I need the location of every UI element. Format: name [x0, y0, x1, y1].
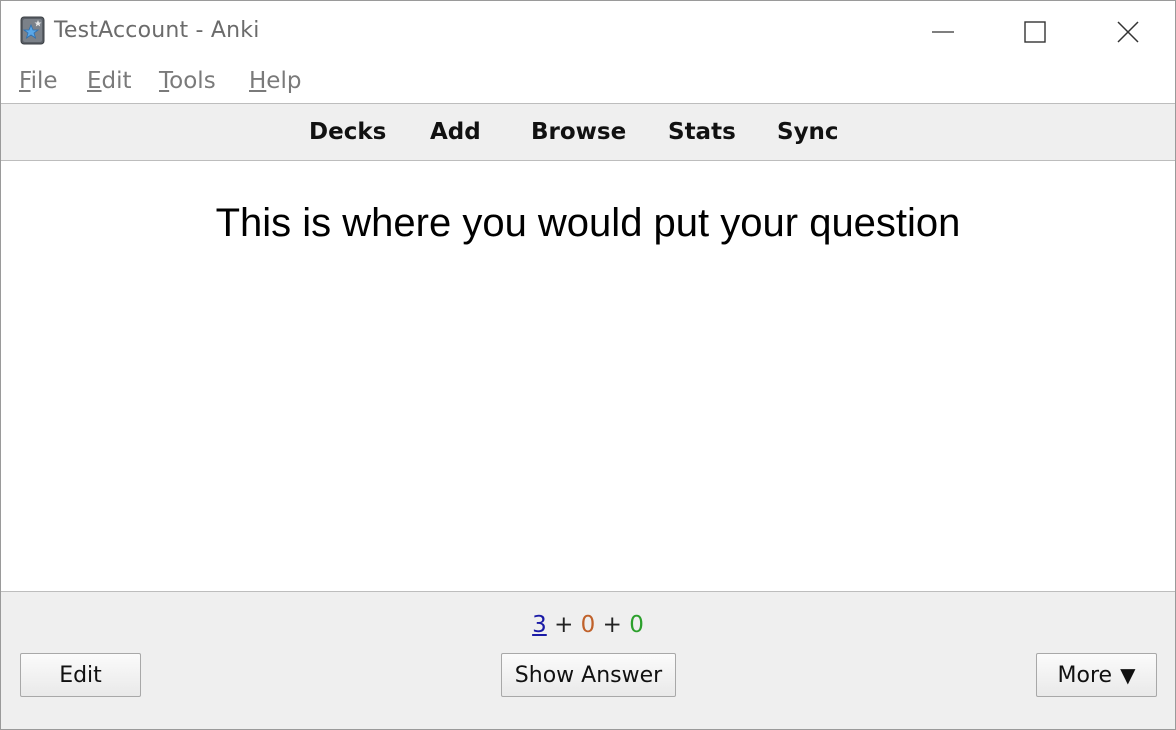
- review-bottom-bar: 3 + 0 + 0 Edit Show Answer More ▼: [1, 591, 1175, 729]
- window-title: TestAccount - Anki: [54, 18, 260, 43]
- toolbar-sync-link[interactable]: Sync: [777, 119, 839, 145]
- menu-tools[interactable]: Tools: [159, 68, 216, 94]
- show-answer-button[interactable]: Show Answer: [501, 653, 676, 697]
- menu-tools-label: ools: [169, 68, 216, 94]
- menu-file-label: ile: [30, 68, 58, 94]
- menu-help-label: elp: [266, 68, 302, 94]
- toolbar-browse-link[interactable]: Browse: [531, 119, 626, 145]
- more-button-label: More: [1057, 662, 1113, 688]
- review-count: 0: [629, 612, 644, 638]
- menu-file-mnemonic: F: [19, 68, 31, 94]
- anki-app-icon: [20, 16, 45, 45]
- menu-edit[interactable]: Edit: [87, 68, 132, 94]
- toolbar-stats-link[interactable]: Stats: [668, 119, 736, 145]
- menu-help-mnemonic: H: [249, 68, 267, 94]
- edit-button[interactable]: Edit: [20, 653, 141, 697]
- due-counts: 3 + 0 + 0: [1, 612, 1175, 638]
- menu-edit-label: dit: [101, 68, 132, 94]
- toolbar-decks-link[interactable]: Decks: [309, 119, 386, 145]
- minimize-button[interactable]: [913, 1, 973, 63]
- maximize-button[interactable]: [1005, 1, 1065, 63]
- count-separator: +: [602, 612, 622, 638]
- menu-file[interactable]: File: [19, 68, 58, 94]
- learning-count: 0: [580, 612, 596, 638]
- more-button[interactable]: More ▼: [1036, 653, 1157, 697]
- card-question: This is where you would put your questio…: [215, 201, 961, 245]
- new-count[interactable]: 3: [532, 612, 547, 638]
- menu-help[interactable]: Help: [249, 68, 301, 94]
- title-bar[interactable]: TestAccount - Anki: [1, 1, 1175, 63]
- count-separator: +: [554, 612, 574, 638]
- anki-main-window: TestAccount - Anki File Edit Tools Help …: [0, 0, 1176, 730]
- menu-bar: File Edit Tools Help: [1, 63, 1175, 103]
- dropdown-arrow-icon: ▼: [1120, 663, 1136, 687]
- main-toolbar: Decks Add Browse Stats Sync: [1, 103, 1175, 161]
- close-icon: [1117, 21, 1139, 43]
- menu-edit-mnemonic: E: [87, 68, 102, 94]
- toolbar-add-link[interactable]: Add: [430, 119, 481, 145]
- maximize-icon: [1024, 21, 1046, 43]
- menu-tools-mnemonic: T: [159, 68, 170, 94]
- edit-button-label: Edit: [59, 662, 102, 688]
- show-answer-label: Show Answer: [514, 662, 663, 688]
- card-review-area: This is where you would put your questio…: [1, 161, 1175, 591]
- minimize-icon: [932, 31, 954, 33]
- close-button[interactable]: [1098, 1, 1158, 63]
